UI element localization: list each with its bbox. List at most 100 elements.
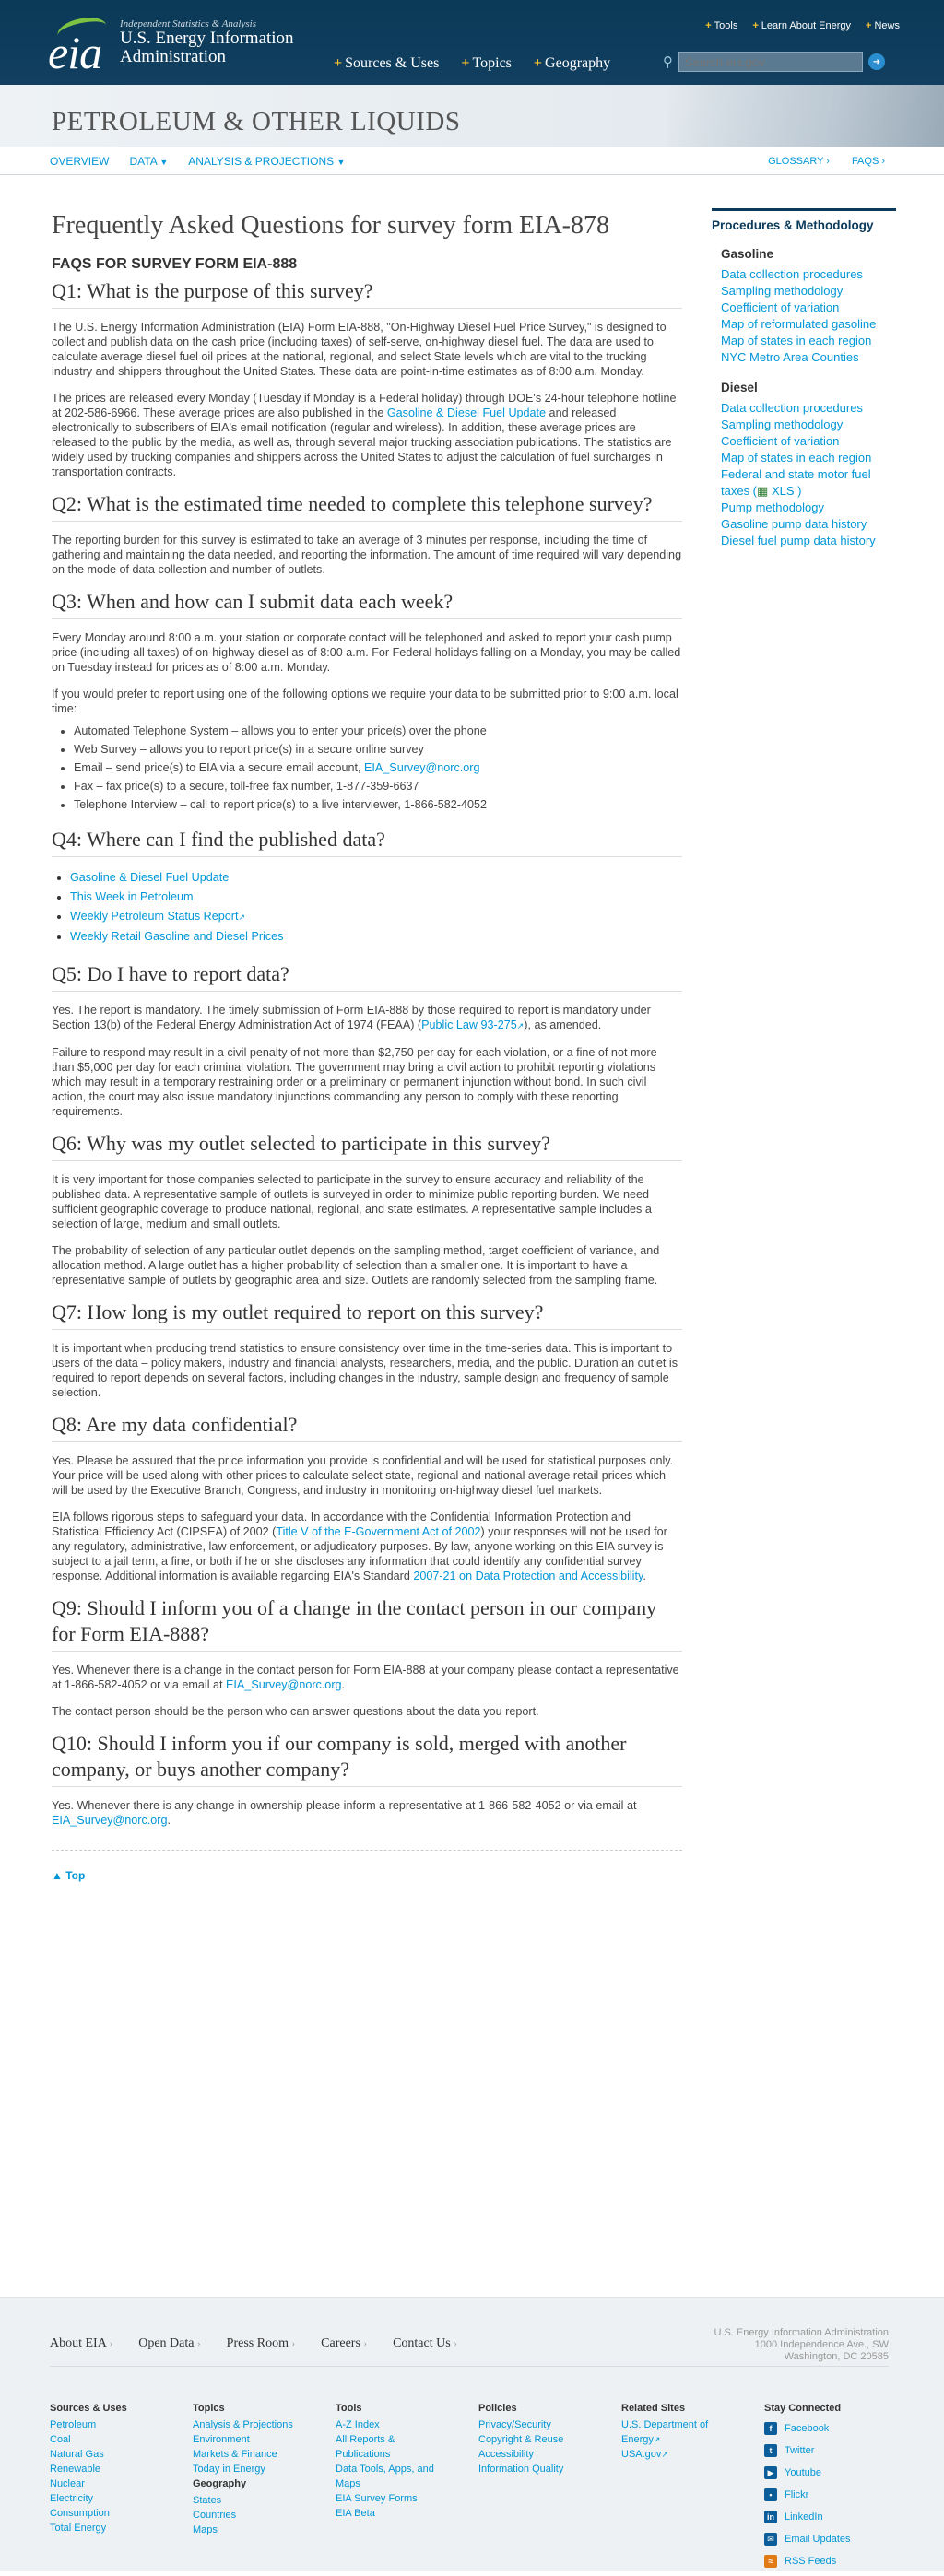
search-go-button[interactable]: ➜ bbox=[868, 53, 885, 70]
footer-link[interactable]: Petroleum bbox=[50, 2417, 193, 2432]
footer-link[interactable]: Natural Gas bbox=[50, 2447, 193, 2462]
subnav-analysis[interactable]: ANALYSIS & PROJECTIONS ▼ bbox=[188, 155, 345, 168]
email-link[interactable]: EIA_Survey@norc.org bbox=[226, 1678, 341, 1691]
sidebar-item[interactable]: Data collection procedures bbox=[721, 267, 863, 281]
sidebar-item[interactable]: NYC Metro Area Counties bbox=[721, 350, 859, 364]
footer-link[interactable]: Coal bbox=[50, 2432, 193, 2447]
answer-8-p1: Yes. Please be assured that the price in… bbox=[52, 1454, 674, 1497]
question-5: Q5: Do I have to report data? bbox=[52, 961, 682, 992]
twitter-link[interactable]: t Twitter bbox=[764, 2443, 893, 2458]
link-data-protection-standard[interactable]: 2007-21 on Data Protection and Accessibi… bbox=[413, 1570, 643, 1582]
footer-link[interactable]: Analysis & Projections bbox=[193, 2417, 336, 2432]
footer-link[interactable]: Electricity bbox=[50, 2491, 193, 2506]
link-weekly-petroleum-status[interactable]: Weekly Petroleum Status Report↗ bbox=[70, 910, 245, 923]
linkedin-link[interactable]: in LinkedIn bbox=[764, 2510, 893, 2524]
footer-nav-contact[interactable]: Contact Us › bbox=[393, 2336, 457, 2351]
section-title: PETROLEUM & OTHER LIQUIDS bbox=[52, 107, 461, 136]
answer-10-p1: Yes. Whenever there is any change in own… bbox=[52, 1799, 637, 1827]
footer-link[interactable]: Environment bbox=[193, 2432, 336, 2447]
footer-nav-open-data[interactable]: Open Data › bbox=[138, 2336, 200, 2351]
footer-nav-about[interactable]: About EIA › bbox=[50, 2336, 112, 2351]
sidebar-item[interactable]: Map of states in each region bbox=[721, 334, 871, 347]
sidebar-item[interactable]: Data collection procedures bbox=[721, 401, 863, 415]
sidebar-item[interactable]: Map of states in each region bbox=[721, 451, 871, 465]
answer-2-p1: The reporting burden for this survey is … bbox=[52, 534, 682, 576]
toplink-learn[interactable]: + Learn About Energy bbox=[752, 20, 851, 31]
link-public-law[interactable]: Public Law 93-275↗ bbox=[421, 1018, 524, 1031]
answer-9-p2: The contact person should be the person … bbox=[52, 1705, 539, 1718]
footer-link[interactable]: Renewable bbox=[50, 2462, 193, 2476]
nav-topics[interactable]: + Topics bbox=[461, 55, 512, 72]
footer-link[interactable]: Consumption bbox=[50, 2506, 193, 2521]
sidebar-gasoline-links: Data collection procedures Sampling meth… bbox=[721, 266, 896, 366]
faq-label: FAQS FOR SURVEY FORM EIA-888 bbox=[52, 256, 298, 272]
search-input[interactable] bbox=[678, 52, 863, 72]
list-item: Fax – fax price(s) to a secure, toll-fre… bbox=[74, 777, 682, 795]
footer-link[interactable]: EIA Beta bbox=[336, 2506, 478, 2521]
answer-1-p2: The prices are released every Monday (Tu… bbox=[52, 392, 677, 478]
link-gasoline-diesel-update[interactable]: Gasoline & Diesel Fuel Update bbox=[70, 871, 229, 884]
footer-link[interactable]: Markets & Finance bbox=[193, 2447, 336, 2462]
nav-geography[interactable]: + Geography bbox=[534, 55, 610, 72]
email-updates-link[interactable]: ✉ Email Updates bbox=[764, 2532, 893, 2547]
youtube-link[interactable]: ▶ Youtube bbox=[764, 2465, 893, 2480]
footer-link[interactable]: All Reports & Publications bbox=[336, 2432, 437, 2462]
email-link[interactable]: EIA_Survey@norc.org bbox=[52, 1814, 167, 1827]
footer-link[interactable]: Maps bbox=[193, 2523, 336, 2537]
footer-link[interactable]: USA.gov↗ bbox=[621, 2447, 764, 2462]
answer-5-p2: Failure to respond may result in a civil… bbox=[52, 1046, 657, 1118]
rss-link[interactable]: ≈ RSS Feeds bbox=[764, 2554, 893, 2569]
eia-logo[interactable]: eia Independent Statistics & Analysis U.… bbox=[48, 13, 294, 78]
facebook-link[interactable]: f Facebook bbox=[764, 2421, 893, 2436]
footer-link[interactable]: Accessibility bbox=[478, 2447, 621, 2462]
footer-link[interactable]: Information Quality bbox=[478, 2462, 621, 2476]
flickr-link[interactable]: • Flickr bbox=[764, 2488, 893, 2502]
answer-8-p2: EIA follows rigorous steps to safeguard … bbox=[52, 1511, 667, 1582]
toplink-tools[interactable]: + Tools bbox=[705, 20, 738, 31]
footer-link[interactable]: States bbox=[193, 2493, 336, 2508]
link-gasoline-diesel-update[interactable]: Gasoline & Diesel Fuel Update bbox=[387, 406, 546, 419]
footer-link[interactable]: EIA Survey Forms bbox=[336, 2491, 478, 2506]
footer-col-sources: Sources & Uses Petroleum Coal Natural Ga… bbox=[50, 2401, 193, 2576]
footer-link[interactable]: A-Z Index bbox=[336, 2417, 478, 2432]
footer-nav-press[interactable]: Press Room › bbox=[227, 2336, 295, 2351]
footer-link[interactable]: Today in Energy bbox=[193, 2462, 336, 2476]
sidebar-item[interactable]: Sampling methodology bbox=[721, 284, 843, 298]
footer-link[interactable]: U.S. Department of Energy↗ bbox=[621, 2417, 723, 2447]
sidebar-item[interactable]: Coefficient of variation bbox=[721, 300, 839, 314]
plus-icon: + bbox=[461, 55, 470, 71]
list-item: Email – send price(s) to EIA via a secur… bbox=[74, 759, 682, 777]
footer-link[interactable]: Copyright & Reuse bbox=[478, 2432, 621, 2447]
footer-col-stay-connected: Stay Connected f Facebook t Twitter ▶ Youtu… bbox=[764, 2401, 893, 2576]
nav-sources-uses[interactable]: + Sources & Uses bbox=[334, 55, 439, 72]
link-this-week-petroleum[interactable]: This Week in Petroleum bbox=[70, 890, 193, 903]
toplink-news[interactable]: + News bbox=[866, 20, 900, 31]
footer-link[interactable]: Countries bbox=[193, 2508, 336, 2523]
footer-nav-careers[interactable]: Careers › bbox=[321, 2336, 367, 2351]
footer-link[interactable]: Data Tools, Apps, and Maps bbox=[336, 2462, 437, 2491]
link-egov-act[interactable]: Title V of the E-Government Act of 2002 bbox=[276, 1525, 480, 1538]
sidebar-item[interactable]: Pump methodology bbox=[721, 500, 824, 514]
email-link[interactable]: EIA_Survey@norc.org bbox=[364, 761, 479, 774]
answer-1-p1: The U.S. Energy Information Administrati… bbox=[52, 321, 667, 378]
footer-link[interactable]: Privacy/Security bbox=[478, 2417, 621, 2432]
footer-link[interactable]: Nuclear bbox=[50, 2476, 193, 2491]
sidebar-item[interactable]: Diesel fuel pump data history bbox=[721, 534, 876, 547]
sidebar-item[interactable]: Federal and state motor fuel taxes (▦ XL… bbox=[721, 467, 871, 498]
email-icon: ✉ bbox=[764, 2533, 777, 2546]
sidebar-item[interactable]: Coefficient of variation bbox=[721, 434, 839, 448]
sidebar-item[interactable]: Gasoline pump data history bbox=[721, 517, 867, 531]
sidebar-item[interactable]: Map of reformulated gasoline bbox=[721, 317, 876, 331]
subnav-data[interactable]: DATA ▼ bbox=[129, 155, 168, 168]
subnav-faqs[interactable]: FAQS › bbox=[852, 156, 885, 167]
faq-content: Frequently Asked Questions for survey fo… bbox=[52, 208, 682, 1884]
sidebar-item[interactable]: Sampling methodology bbox=[721, 418, 843, 431]
footer-link[interactable]: Total Energy bbox=[50, 2521, 193, 2535]
link-weekly-retail-prices[interactable]: Weekly Retail Gasoline and Diesel Prices bbox=[70, 930, 283, 943]
subnav-overview[interactable]: OVERVIEW bbox=[50, 155, 109, 168]
subnav-glossary[interactable]: GLOSSARY › bbox=[768, 156, 830, 167]
eia-logo-mark: eia bbox=[48, 13, 114, 78]
published-data-links: Gasoline & Diesel Fuel Update This Week … bbox=[70, 868, 682, 947]
top-links: + Tools + Learn About Energy + News bbox=[705, 20, 900, 31]
back-to-top-link[interactable]: ▲ Top bbox=[52, 1869, 85, 1882]
